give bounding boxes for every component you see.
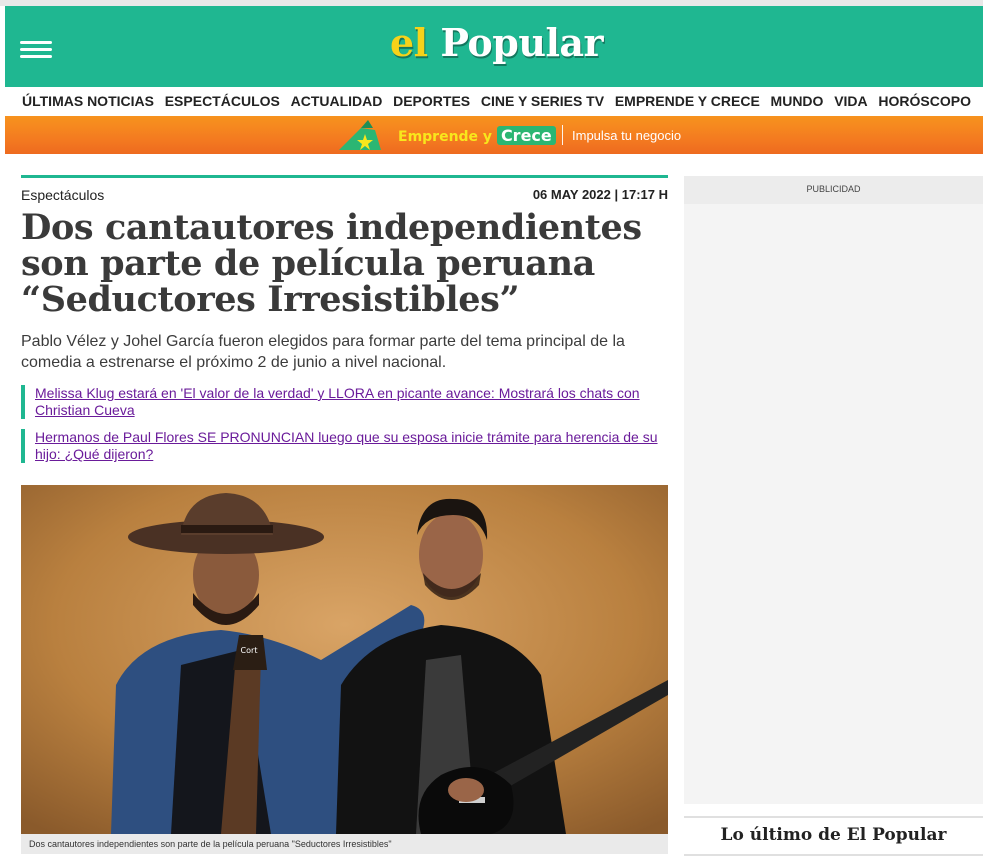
related-link[interactable]: Melissa Klug estará en 'El valor de la v… — [35, 385, 640, 418]
hamburger-menu-icon[interactable] — [20, 39, 54, 61]
related-item: Melissa Klug estará en 'El valor de la v… — [21, 385, 668, 419]
banner-divider — [562, 125, 563, 145]
logo-el: el — [390, 20, 428, 65]
article-photo-illustration: Cort — [21, 485, 668, 834]
nav-item-actualidad[interactable]: ACTUALIDAD — [291, 93, 383, 109]
latest-news-heading: Lo último de El Popular — [684, 816, 983, 856]
related-item: Hermanos de Paul Flores SE PRONUNCIAN lu… — [21, 429, 668, 463]
guitar-brand-label: Cort — [241, 646, 258, 655]
related-link[interactable]: Hermanos de Paul Flores SE PRONUNCIAN lu… — [35, 429, 658, 462]
article-meta: Espectáculos 06 MAY 2022 | 17:17 H — [21, 175, 668, 204]
main-nav: ÚLTIMAS NOTICIAS ESPECTÁCULOS ACTUALIDAD… — [5, 87, 983, 114]
banner-brand: Emprende y Crece — [393, 125, 561, 147]
site-logo[interactable]: el Popular — [390, 20, 604, 65]
megaphone-star-icon — [339, 120, 381, 150]
article: Espectáculos 06 MAY 2022 | 17:17 H Dos c… — [21, 175, 668, 473]
article-title: Dos cantautores independientes son parte… — [21, 207, 642, 320]
nav-item-emprende-y-crece[interactable]: EMPRENDE Y CRECE — [615, 93, 760, 109]
nav-item-espectaculos[interactable]: ESPECTÁCULOS — [165, 93, 280, 109]
publish-date: 06 MAY 2022 | 17:17 H — [532, 187, 668, 202]
article-photo: Cort — [21, 485, 668, 834]
nav-item-vida[interactable]: VIDA — [834, 93, 867, 109]
related-links: Melissa Klug estará en 'El valor de la v… — [21, 385, 668, 463]
nav-item-mundo[interactable]: MUNDO — [771, 93, 824, 109]
banner-brand-emprende: Emprende y — [398, 129, 493, 145]
logo-popular: Popular — [440, 20, 604, 65]
article-summary: Pablo Vélez y Johel García fueron elegid… — [21, 333, 625, 371]
nav-item-deportes[interactable]: DEPORTES — [393, 93, 470, 109]
ad-label: PUBLICIDAD — [806, 184, 861, 194]
section-link[interactable]: Espectáculos — [21, 187, 104, 203]
nav-item-ultimas-noticias[interactable]: ÚLTIMAS NOTICIAS — [22, 93, 154, 109]
emprende-y-crece-banner[interactable]: Emprende y Crece Impulsa tu negocio — [5, 116, 983, 154]
banner-brand-crece: Crece — [496, 126, 556, 145]
photo-caption: Dos cantautores independientes son parte… — [21, 834, 668, 854]
nav-item-cine-y-series[interactable]: CINE Y SERIES TV — [481, 93, 604, 109]
site-header: el Popular — [5, 6, 983, 87]
ad-content — [684, 204, 983, 804]
advertisement-slot[interactable]: PUBLICIDAD — [684, 176, 983, 804]
nav-item-horoscopo[interactable]: HORÓSCOPO — [878, 93, 971, 109]
banner-tagline: Impulsa tu negocio — [572, 128, 682, 143]
